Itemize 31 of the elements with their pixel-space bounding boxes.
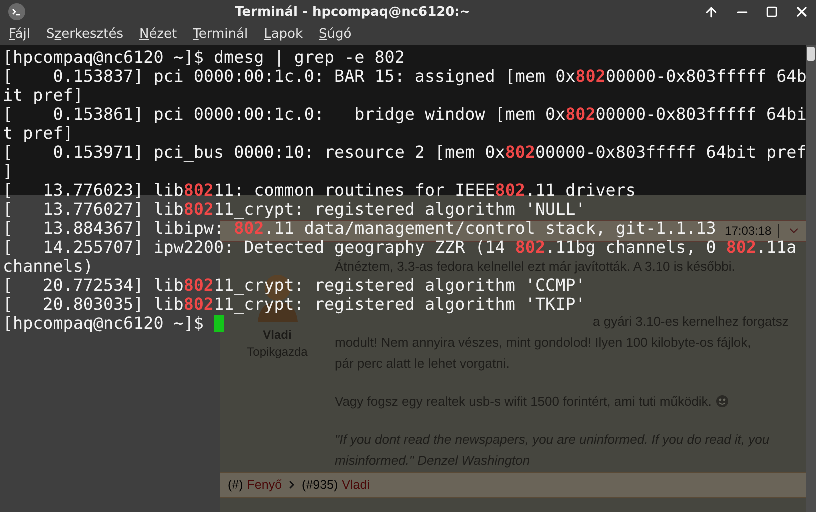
terminal-line: t pref] — [3, 123, 74, 143]
window-title: Terminál - hpcompaq@nc6120:~ — [235, 4, 471, 20]
menu-item[interactable]: Nézet — [139, 27, 178, 42]
terminal-line: channels) — [3, 256, 94, 276]
menu-item[interactable]: Súgó — [319, 27, 352, 42]
menu-item[interactable]: Fájl — [9, 27, 30, 42]
maximize-icon[interactable] — [766, 6, 778, 18]
terminal-line: [hpcompaq@nc6120 ~]$ — [3, 313, 205, 333]
terminal-line: [ 20.803035] lib802 11_crypt: registered algorithm 'TKIP' — [3, 294, 586, 314]
terminal-line: it pref] — [3, 85, 84, 105]
post-time: 17:03:18 — [725, 224, 779, 238]
scrollbar-thumb[interactable] — [807, 47, 815, 61]
menu-item[interactable]: Terminál — [193, 27, 248, 42]
terminal-line: [ 0.153971] pci_bus 0000:10: resource 2 [mem 0x80200000-0x803fffff 64bit pref — [3, 142, 806, 162]
scrollbar[interactable] — [806, 45, 816, 512]
terminal-line: [hpcompaq@nc6120 ~]$ dmesg | grep -e 802 — [3, 47, 405, 67]
keep-above-icon[interactable] — [704, 4, 719, 20]
terminal-line: [ 0.153861] pci 0000:00:1c.0: bridge window [mem 0x80200000-0x803fffff 64bi — [3, 104, 806, 124]
footer-text: (#) — [228, 478, 244, 492]
menu-item[interactable]: Szerkesztés — [46, 27, 124, 42]
terminal-line: [ 13.776027] lib802 11_crypt: registered algorithm 'NULL' — [3, 199, 586, 219]
terminal-icon — [8, 3, 26, 21]
terminal-line: [ 20.772534] lib802 11_crypt: registered algorithm 'CCMP' — [3, 275, 586, 295]
menu-item[interactable]: Lapok — [264, 27, 304, 42]
terminal-line: [ 0.153837] pci 0000:00:1c.0: BAR 15: assigned [mem 0x80200000-0x803fffff 64b — [3, 66, 806, 86]
terminal-line: [ 14.255707] ipw2200: Detected geography ZZR (14 802.11bg channels, 0 802.11a — [3, 237, 797, 257]
close-icon[interactable] — [794, 4, 810, 20]
footer-text: (#935) — [302, 478, 338, 492]
terminal-line: [ 13.884367] libipw: 802.11 data/management/control stack, git-1.1.13 — [3, 218, 716, 238]
terminal-line: ] — [3, 161, 14, 181]
terminal-line: [ 13.776023] lib802 11: common routines for IEEE802.11 drivers — [3, 180, 636, 200]
